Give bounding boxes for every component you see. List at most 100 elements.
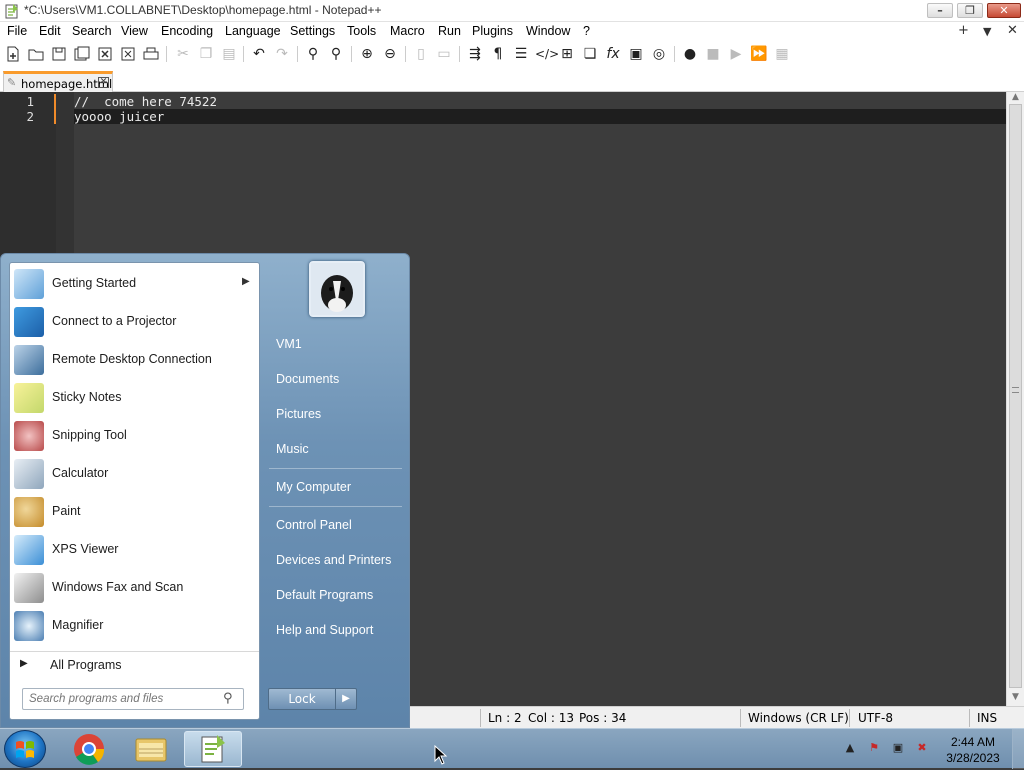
menu-file[interactable]: File — [7, 24, 27, 38]
show-desktop-button[interactable] — [1012, 729, 1024, 769]
close-all-icon[interactable] — [119, 45, 137, 63]
program-snipping-tool[interactable]: Snipping Tool — [10, 417, 259, 455]
close-file-icon[interactable] — [96, 45, 114, 63]
place-documents[interactable]: Documents — [276, 372, 339, 386]
menu-settings[interactable]: Settings — [290, 24, 335, 38]
redo-icon[interactable]: ↷ — [273, 45, 291, 63]
code-line[interactable]: // come here 74522 — [74, 94, 217, 109]
place-music[interactable]: Music — [276, 442, 309, 456]
code-line[interactable]: yoooo juicer — [74, 109, 164, 124]
tab-close-icon[interactable]: ✕ — [98, 77, 109, 88]
folder-as-workspace-icon[interactable]: ▣ — [627, 45, 645, 63]
menu-view[interactable]: View — [121, 24, 148, 38]
undo-icon[interactable]: ↶ — [250, 45, 268, 63]
start-button[interactable] — [4, 730, 46, 768]
find-icon[interactable]: ⚲ — [304, 45, 322, 63]
place-user[interactable]: VM1 — [276, 337, 302, 351]
open-file-icon[interactable] — [27, 45, 45, 63]
tab-list-dropdown-icon[interactable]: ▼ — [983, 25, 991, 38]
print-icon[interactable] — [142, 45, 160, 63]
place-devices-printers[interactable]: Devices and Printers — [276, 553, 391, 567]
shutdown-options-arrow-icon[interactable]: ▶ — [336, 688, 357, 710]
menu-help[interactable]: ? — [583, 24, 590, 38]
close-button[interactable]: ✕ — [987, 3, 1021, 18]
menu-language[interactable]: Language — [225, 24, 281, 38]
place-pictures[interactable]: Pictures — [276, 407, 321, 421]
action-center-flag-icon[interactable]: ⚑ — [866, 741, 882, 757]
replace-icon[interactable]: ⚲ — [327, 45, 345, 63]
indent-guide-icon[interactable]: ☰ — [512, 45, 530, 63]
place-help-support[interactable]: Help and Support — [276, 623, 373, 637]
program-fax-scan[interactable]: Windows Fax and Scan — [10, 569, 259, 607]
new-file-icon[interactable] — [4, 45, 22, 63]
program-calculator[interactable]: Calculator — [10, 455, 259, 493]
new-tab-plus-icon[interactable]: + — [958, 23, 969, 38]
taskbar-chrome[interactable] — [60, 731, 118, 767]
vertical-scrollbar[interactable]: ▲ ▼ — [1006, 92, 1024, 706]
program-paint[interactable]: Paint — [10, 493, 259, 531]
scrollbar-thumb[interactable] — [1009, 104, 1022, 688]
sync-horizontal-icon[interactable]: ▭ — [435, 45, 453, 63]
play-macro-icon[interactable]: ▶ — [727, 45, 745, 63]
program-remote-desktop[interactable]: Remote Desktop Connection — [10, 341, 259, 379]
sync-vertical-icon[interactable]: ▯ — [412, 45, 430, 63]
show-all-chars-icon[interactable]: ¶ — [489, 45, 507, 63]
word-wrap-icon[interactable]: ⇶ — [466, 45, 484, 63]
monitoring-icon[interactable]: ◎ — [650, 45, 668, 63]
minimize-button[interactable]: – — [927, 3, 953, 18]
program-sticky-notes[interactable]: Sticky Notes — [10, 379, 259, 417]
user-avatar[interactable] — [309, 261, 365, 317]
start-search-box[interactable]: ⚲ — [22, 688, 244, 710]
copy-icon[interactable]: ❐ — [197, 45, 215, 63]
show-hidden-icons-icon[interactable]: ▲ — [842, 741, 858, 757]
document-map-icon[interactable]: ⊞ — [558, 45, 576, 63]
stop-macro-icon[interactable]: ■ — [704, 45, 722, 63]
close-document-icon[interactable]: ✕ — [1007, 23, 1018, 38]
taskbar-clock[interactable]: 2:44 AM 3/28/2023 — [940, 734, 1006, 766]
program-xps-viewer[interactable]: XPS Viewer — [10, 531, 259, 569]
status-separator — [480, 709, 481, 727]
volume-muted-icon[interactable]: ✖ — [914, 741, 930, 757]
menu-search[interactable]: Search — [72, 24, 112, 38]
status-eol[interactable]: Windows (CR LF) — [748, 711, 849, 725]
taskbar-notepadpp[interactable] — [184, 731, 242, 767]
save-macro-icon[interactable]: ▦ — [773, 45, 791, 63]
udl-icon[interactable]: </> — [535, 45, 559, 63]
paste-icon[interactable]: ▤ — [220, 45, 238, 63]
network-icon[interactable]: ▣ — [890, 741, 906, 757]
place-default-programs[interactable]: Default Programs — [276, 588, 373, 602]
all-programs-item[interactable]: ▶ All Programs — [10, 651, 259, 679]
tab-homepage-html[interactable]: ✎ homepage.html ✕ — [3, 71, 113, 92]
menu-window[interactable]: Window — [526, 24, 570, 38]
save-all-icon[interactable] — [73, 45, 91, 63]
start-search-input[interactable] — [27, 691, 217, 707]
menu-encoding[interactable]: Encoding — [161, 24, 213, 38]
title-bar: *C:\Users\VM1.COLLABNET\Desktop\homepage… — [0, 0, 1024, 22]
zoom-in-icon[interactable]: ⊕ — [358, 45, 376, 63]
cut-icon[interactable]: ✂ — [174, 45, 192, 63]
program-connect-projector[interactable]: Connect to a Projector — [10, 303, 259, 341]
menu-edit[interactable]: Edit — [39, 24, 61, 38]
restore-button[interactable]: ❐ — [957, 3, 983, 18]
document-list-icon[interactable]: ❏ — [581, 45, 599, 63]
zoom-out-icon[interactable]: ⊖ — [381, 45, 399, 63]
menu-run[interactable]: Run — [438, 24, 461, 38]
status-encoding[interactable]: UTF-8 — [858, 711, 893, 725]
record-macro-icon[interactable]: ● — [681, 45, 699, 63]
run-macro-multiple-icon[interactable]: ⏩ — [750, 45, 768, 63]
menu-plugins[interactable]: Plugins — [472, 24, 513, 38]
status-insert-mode[interactable]: INS — [977, 711, 997, 725]
program-magnifier[interactable]: Magnifier — [10, 607, 259, 645]
scroll-down-arrow-icon[interactable]: ▼ — [1007, 692, 1024, 702]
lock-button[interactable]: Lock — [268, 688, 336, 710]
search-icon[interactable]: ⚲ — [223, 691, 233, 706]
place-my-computer[interactable]: My Computer — [276, 480, 351, 494]
menu-macro[interactable]: Macro — [390, 24, 425, 38]
taskbar-explorer[interactable] — [122, 731, 180, 767]
menu-tools[interactable]: Tools — [347, 24, 376, 38]
save-icon[interactable] — [50, 45, 68, 63]
function-list-icon[interactable]: fx — [604, 45, 622, 63]
place-control-panel[interactable]: Control Panel — [276, 518, 352, 532]
scroll-up-arrow-icon[interactable]: ▲ — [1007, 92, 1024, 102]
program-getting-started[interactable]: Getting Started ▶ — [10, 265, 259, 303]
